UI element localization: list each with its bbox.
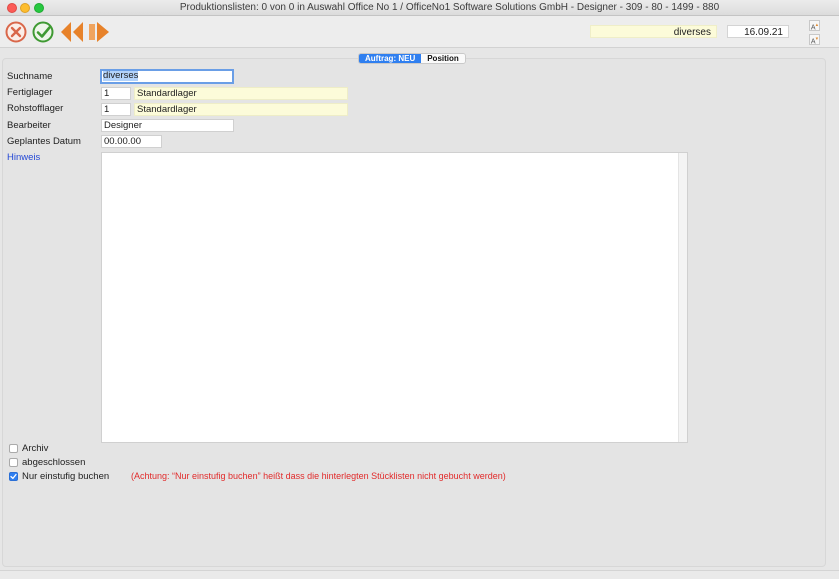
window-minimize-button[interactable] <box>20 3 30 13</box>
next-record-button[interactable] <box>87 19 111 45</box>
arrow-right-icon <box>89 22 109 42</box>
window-zoom-button[interactable] <box>34 3 44 13</box>
bearbeiter-label: Bearbeiter <box>7 120 51 131</box>
cancel-button[interactable] <box>4 19 28 45</box>
geplantes-datum-label: Geplantes Datum <box>7 136 81 147</box>
suchname-value: diverses <box>103 70 139 81</box>
header-date-display: 16.09.21 <box>727 25 789 38</box>
toolbar: diverses 16.09.21 A▴ A▾ <box>0 16 839 48</box>
confirm-button[interactable] <box>31 19 55 45</box>
font-down-icon: ▾ <box>815 36 819 42</box>
title-bar: Produktionslisten: 0 von 0 in Auswahl Of… <box>0 0 839 16</box>
window-title: Produktionslisten: 0 von 0 in Auswahl Of… <box>179 2 720 13</box>
abgeschlossen-label: abgeschlossen <box>22 457 86 468</box>
fertiglager-label: Fertiglager <box>7 87 53 98</box>
hinweis-scrollbar[interactable] <box>678 153 687 442</box>
checkmark-icon <box>10 473 17 480</box>
abgeschlossen-checkbox[interactable] <box>9 458 18 467</box>
tab-bar: Auftrag: NEU Position <box>358 53 466 64</box>
rohstofflager-label: Rohstofflager <box>7 103 64 114</box>
window-close-button[interactable] <box>7 3 17 13</box>
font-up-icon: ▴ <box>815 22 819 28</box>
hinweis-link[interactable]: Hinweis <box>7 152 40 164</box>
nur-einstufig-buchen-checkbox[interactable] <box>9 472 18 481</box>
font-larger-button[interactable]: A▴ <box>809 20 820 31</box>
warning-text: (Achtung: “Nur einstufig buchen” heißt d… <box>131 471 506 481</box>
header-suchname-display: diverses <box>590 25 717 38</box>
hinweis-textarea[interactable] <box>101 152 688 443</box>
rohstofflager-number-input[interactable]: 1 <box>101 103 131 116</box>
double-arrow-left-icon <box>61 22 83 42</box>
checkmark-icon <box>32 21 54 43</box>
cancel-x-icon <box>5 21 27 43</box>
rohstofflager-name-field: Standardlager <box>134 103 348 116</box>
fertiglager-number-input[interactable]: 1 <box>101 87 131 100</box>
fertiglager-name-field: Standardlager <box>134 87 348 100</box>
bottom-bar <box>0 570 839 579</box>
archiv-label: Archiv <box>22 443 49 454</box>
suchname-label: Suchname <box>7 71 53 82</box>
archiv-checkbox[interactable] <box>9 444 18 453</box>
bearbeiter-input[interactable]: Designer <box>101 119 234 132</box>
font-smaller-button[interactable]: A▾ <box>809 34 820 45</box>
previous-record-button[interactable] <box>60 19 84 45</box>
tab-auftrag[interactable]: Auftrag: NEU <box>359 54 422 63</box>
nur-einstufig-buchen-label: Nur einstufig buchen <box>22 471 110 482</box>
tab-position[interactable]: Position <box>421 54 465 63</box>
suchname-input[interactable]: diverses <box>100 69 234 84</box>
geplantes-datum-input[interactable]: 00.00.00 <box>101 135 162 148</box>
